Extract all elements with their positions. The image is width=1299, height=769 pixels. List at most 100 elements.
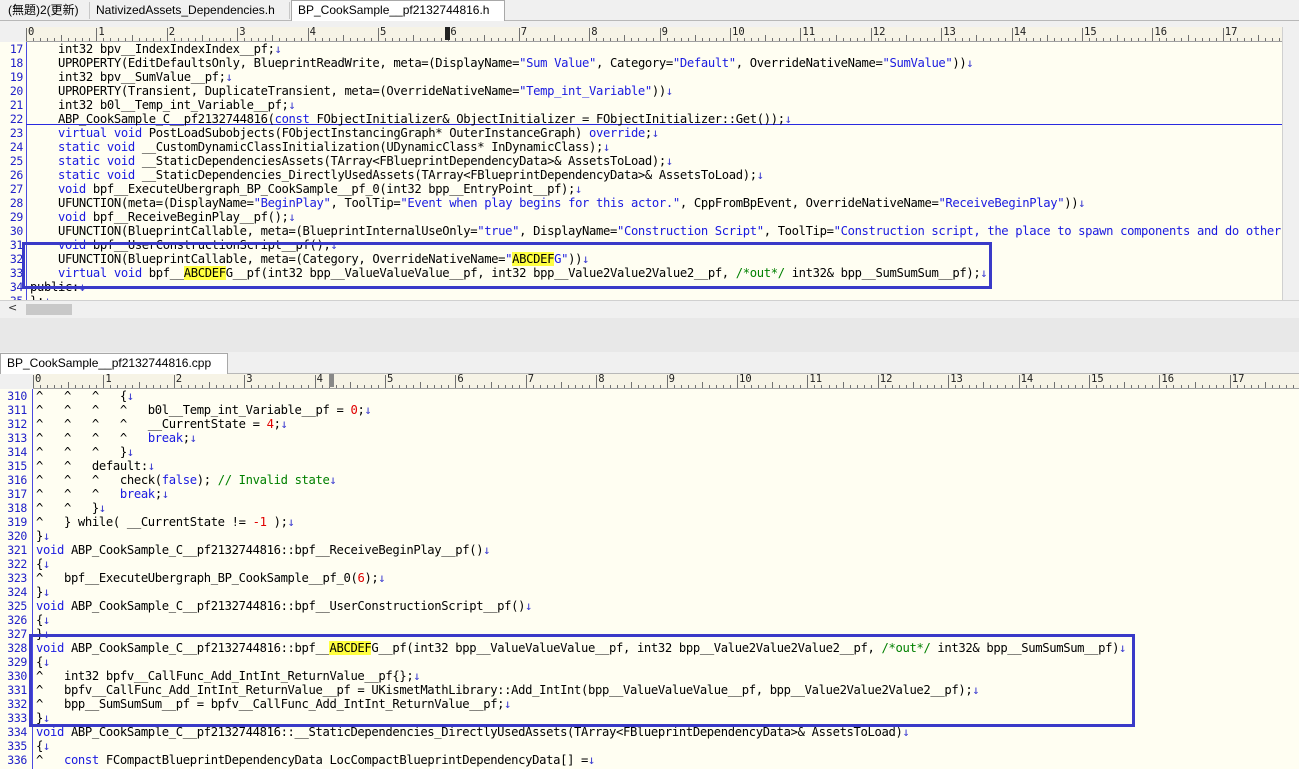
- ruler-minor-tick: [1117, 385, 1119, 388]
- ruler-minor-tick: [413, 385, 415, 388]
- ruler-minor-tick: [1025, 385, 1027, 388]
- top-vertical-scrollbar[interactable]: [1282, 27, 1299, 300]
- scroll-left-arrow-icon[interactable]: <: [8, 301, 17, 314]
- ruler-minor-tick: [751, 385, 753, 388]
- code-text: int32 bpv__IndexIndexIndex__pf;↓: [30, 42, 282, 56]
- code-text: int32 b0l__Temp_int_Variable__pf;↓: [30, 98, 296, 112]
- code-token: {: [36, 739, 43, 753]
- ruler-minor-tick: [856, 38, 858, 41]
- ruler-minor-tick: [1243, 385, 1245, 388]
- ruler-minor-tick: [589, 385, 591, 388]
- ruler-minor-tick: [1117, 35, 1119, 41]
- ruler-minor-tick: [187, 38, 189, 41]
- newline-marker-icon: ↓: [966, 56, 974, 70]
- newline-marker-icon: ↓: [43, 585, 50, 599]
- newline-marker-icon: ↓: [288, 98, 296, 112]
- code-token: );: [196, 473, 218, 487]
- newline-marker-icon: ↓: [274, 42, 282, 56]
- code-text: ^ ^ }↓: [36, 501, 106, 515]
- newline-marker-icon: ↓: [525, 599, 533, 613]
- ruler-minor-tick: [131, 385, 133, 388]
- ruler-minor-tick: [631, 38, 633, 41]
- ruler-cursor-marker: [444, 27, 450, 40]
- code-token: "Event when play begins for this actor.": [400, 196, 680, 210]
- ruler-number: 0: [28, 27, 35, 38]
- code-text: ^ ^ ^ {↓: [36, 389, 134, 403]
- code-token: ^ ^ ^ ^ __CurrentState =: [36, 417, 267, 431]
- code-token: {: [36, 613, 43, 627]
- ruler-minor-tick: [201, 385, 203, 388]
- ruler-minor-tick: [870, 385, 872, 388]
- ruler-minor-tick: [279, 382, 281, 388]
- code-token: static void: [57, 168, 135, 182]
- ruler-minor-tick: [1145, 38, 1147, 41]
- ruler-cursor-marker: [328, 374, 334, 387]
- ruler-minor-tick: [194, 385, 196, 388]
- ruler-minor-tick: [356, 38, 358, 41]
- ruler-minor-tick: [1110, 38, 1112, 41]
- ruler-minor-tick: [976, 35, 978, 41]
- ruler-minor-tick: [392, 385, 394, 388]
- ruler-minor-tick: [948, 38, 950, 41]
- ruler-minor-tick: [884, 38, 886, 41]
- line-number: 32: [9, 252, 24, 266]
- newline-marker-icon: ↓: [665, 154, 673, 168]
- ruler-major-tick: [1018, 375, 1020, 388]
- ruler-minor-tick: [1039, 385, 1041, 388]
- code-text: ^ ^ ^ check(false); // Invalid state↓: [36, 473, 337, 487]
- ruler-major-tick: [314, 375, 316, 388]
- line-number: 315: [7, 459, 27, 473]
- ruler-minor-tick: [1279, 385, 1281, 388]
- ruler-minor-tick: [490, 38, 492, 41]
- ruler-major-tick: [33, 375, 34, 388]
- ruler-minor-tick: [821, 38, 823, 41]
- code-text: ^ ^ ^ ^ break;↓: [36, 431, 197, 445]
- top-scroll-thumb[interactable]: [26, 304, 72, 315]
- code-token: {: [36, 557, 43, 571]
- ruler-minor-tick: [596, 38, 598, 41]
- ruler-minor-tick: [561, 38, 563, 41]
- code-token: "Construction Script": [616, 224, 764, 238]
- ruler-minor-tick: [631, 382, 633, 388]
- ruler-minor-tick: [1060, 385, 1062, 388]
- ruler-minor-tick: [913, 38, 915, 41]
- ruler-major-tick: [807, 375, 809, 388]
- ruler-minor-tick: [497, 38, 499, 41]
- code-text: {↓: [36, 613, 50, 627]
- ruler-minor-tick: [1053, 382, 1055, 388]
- ruler-minor-tick: [969, 38, 971, 41]
- ruler-minor-tick: [624, 35, 626, 41]
- ruler-major-tick: [596, 375, 598, 388]
- ruler-minor-tick: [898, 385, 900, 388]
- ruler-minor-tick: [997, 38, 999, 41]
- tab-untitled[interactable]: (無題)2(更新): [2, 2, 90, 19]
- ruler-minor-tick: [173, 38, 175, 41]
- ruler-number: 5: [380, 27, 387, 38]
- tab-cooksample-cpp[interactable]: BP_CookSample__pf2132744816.cpp: [0, 353, 228, 374]
- ruler-minor-tick: [314, 38, 316, 41]
- tab-nativized-assets-dependencies[interactable]: NativizedAssets_Dependencies.h: [90, 2, 290, 19]
- code-token: ^ ^ ^ {: [36, 389, 127, 403]
- code-token: -1: [252, 515, 267, 529]
- ruler-minor-tick: [673, 385, 675, 388]
- top-horizontal-scrollbar[interactable]: <: [0, 300, 1299, 318]
- ruler-minor-tick: [321, 385, 323, 388]
- ruler-number: 7: [520, 27, 528, 38]
- ruler-minor-tick: [504, 385, 506, 388]
- ruler-major-tick: [877, 375, 879, 388]
- tab-cooksample-header[interactable]: BP_CookSample__pf2132744816.h: [291, 0, 505, 21]
- ruler-minor-tick: [610, 38, 612, 41]
- ruler-number: 15: [1084, 27, 1097, 38]
- newline-marker-icon: ↓: [43, 739, 50, 753]
- pane-splitter[interactable]: [0, 318, 1299, 352]
- ruler-minor-tick: [722, 385, 724, 388]
- line-number: 323: [7, 571, 27, 585]
- line-number: 314: [7, 445, 27, 459]
- ruler-minor-tick: [920, 38, 922, 41]
- line-number: 330: [7, 669, 27, 683]
- ruler-minor-tick: [385, 38, 387, 41]
- ruler-minor-tick: [1039, 38, 1041, 41]
- ruler-minor-tick: [842, 38, 844, 41]
- code-token: virtual void: [57, 126, 142, 140]
